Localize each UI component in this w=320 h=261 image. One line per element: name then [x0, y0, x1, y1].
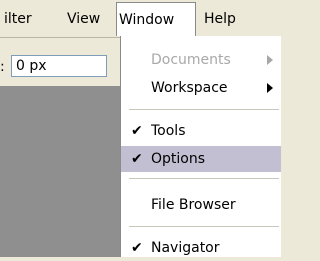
checkmark-icon: ✔	[131, 123, 143, 139]
menu-item-options[interactable]: ✔ Options	[121, 146, 281, 172]
checkmark-icon: ✔	[131, 240, 143, 256]
size-input[interactable]	[11, 55, 107, 77]
menu-item-workspace[interactable]: Workspace	[121, 75, 281, 101]
options-bar: :	[0, 38, 122, 86]
window-menu: Documents Workspace ✔ Tools ✔ Options Fi…	[120, 36, 281, 257]
menu-filter[interactable]: ilter	[4, 9, 32, 29]
menu-help[interactable]: Help	[204, 9, 236, 29]
options-label: :	[0, 59, 5, 75]
submenu-arrow-icon	[267, 83, 273, 93]
submenu-arrow-icon	[267, 55, 273, 65]
checkmark-icon: ✔	[131, 151, 143, 167]
document-canvas[interactable]	[0, 86, 122, 257]
menu-item-documents: Documents	[121, 47, 281, 73]
menu-view[interactable]: View	[67, 9, 100, 29]
tools-label: Tools	[151, 123, 186, 139]
file-browser-label: File Browser	[151, 197, 236, 213]
options-label-item: Options	[151, 151, 206, 167]
menu-separator	[129, 226, 279, 227]
documents-label: Documents	[151, 52, 231, 68]
menu-separator	[129, 178, 279, 179]
menu-item-navigator[interactable]: ✔ Navigator	[121, 235, 281, 261]
navigator-label: Navigator	[151, 240, 220, 256]
menu-separator	[129, 109, 279, 110]
menu-window[interactable]: Window	[116, 2, 196, 36]
menu-item-file-browser[interactable]: File Browser	[121, 192, 281, 218]
menu-bar: ilter View Window Help	[0, 0, 281, 38]
menu-item-tools[interactable]: ✔ Tools	[121, 118, 281, 144]
workspace-label: Workspace	[151, 80, 228, 96]
